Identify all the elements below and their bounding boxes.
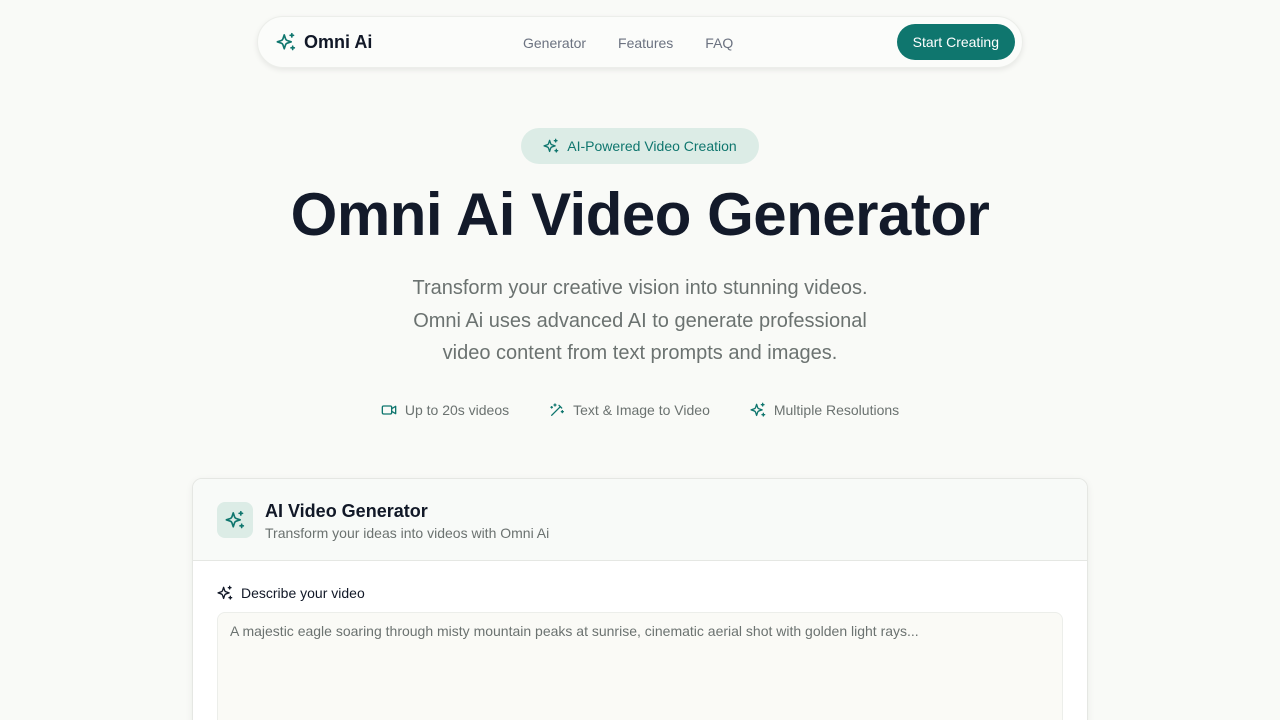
- hero-subtitle-line: Transform your creative vision into stun…: [412, 277, 868, 299]
- top-navigation: Omni Ai Generator Features FAQ Start Cre…: [257, 16, 1023, 68]
- feature-item-resolutions: Multiple Resolutions: [750, 402, 899, 418]
- feature-label: Text & Image to Video: [573, 402, 710, 418]
- feature-item-duration: Up to 20s videos: [381, 402, 509, 418]
- feature-item-modes: Text & Image to Video: [549, 402, 710, 418]
- sparkles-icon: [217, 585, 233, 600]
- badge-label: AI-Powered Video Creation: [567, 138, 737, 154]
- generator-header: AI Video Generator Transform your ideas …: [193, 479, 1087, 561]
- feature-label: Up to 20s videos: [404, 402, 510, 418]
- brand-name: Omni Ai: [304, 31, 373, 52]
- magic-wand-icon: [550, 403, 565, 416]
- generator-title: AI Video Generator: [265, 500, 428, 521]
- hero-subtitle-line: Omni Ai uses advanced AI to generate pro…: [413, 309, 867, 332]
- feature-list: Up to 20s videos Text & Image to Video M…: [0, 402, 1280, 418]
- generator-subtitle: Transform your ideas into videos with Om…: [265, 524, 550, 541]
- generator-heading-group: AI Video Generator Transform your ideas …: [265, 499, 549, 541]
- generator-icon-tile: [217, 501, 253, 538]
- start-creating-button[interactable]: Start Creating: [896, 24, 1015, 60]
- video-icon: [381, 405, 397, 415]
- sparkles-icon: [750, 402, 766, 417]
- hero-subtitle: Transform your creative vision into stun…: [340, 272, 940, 370]
- hero-title: Omni Ai Video Generator: [290, 181, 990, 248]
- sparkles-icon: [543, 138, 559, 153]
- feature-label: Multiple Resolutions: [773, 402, 900, 418]
- hero-subtitle-line: video content from text prompts and imag…: [442, 342, 838, 364]
- nav-link-features[interactable]: Features: [618, 35, 673, 51]
- prompt-label-text: Describe your video: [241, 585, 365, 601]
- nav-links: Generator Features FAQ: [523, 17, 733, 69]
- nav-link-generator[interactable]: Generator: [523, 35, 586, 51]
- video-generator-card: AI Video Generator Transform your ideas …: [192, 478, 1088, 720]
- nav-link-faq[interactable]: FAQ: [705, 35, 733, 51]
- video-prompt-input[interactable]: [217, 612, 1063, 720]
- prompt-label: Describe your video: [217, 585, 365, 601]
- ai-powered-badge: AI-Powered Video Creation: [521, 128, 759, 164]
- sparkles-icon: [276, 32, 296, 51]
- brand-logo-link[interactable]: Omni Ai: [276, 32, 372, 53]
- sparkles-icon: [225, 510, 245, 528]
